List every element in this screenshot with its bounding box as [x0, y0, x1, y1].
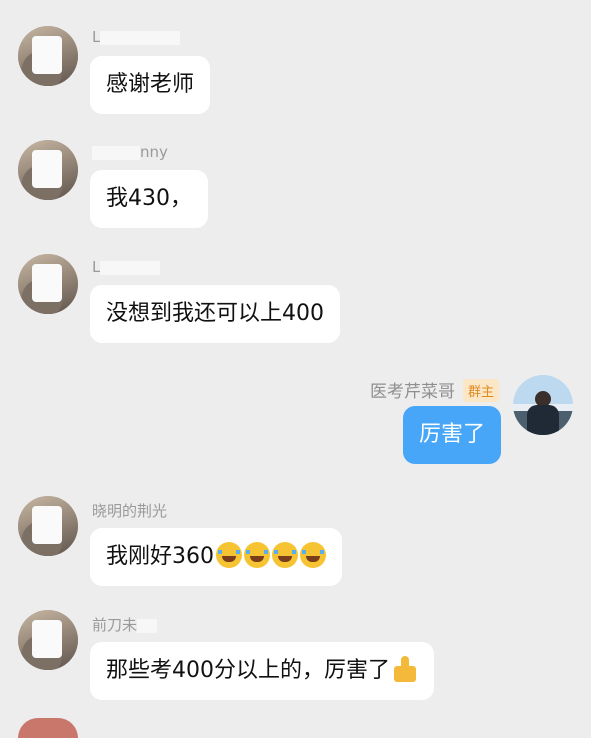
user-avatar[interactable]	[18, 610, 78, 670]
message-bubble[interactable]: 没想到我还可以上400	[90, 285, 340, 343]
thumbs-up-icon	[392, 656, 418, 682]
message-bubble[interactable]: 感谢老师	[90, 56, 211, 114]
message-text: 我430，	[106, 186, 192, 211]
crying-laughing-face-icon	[244, 542, 270, 568]
user-avatar[interactable]	[18, 254, 78, 314]
message-bubble[interactable]: 那些考400分以上的，厉害了	[90, 642, 434, 700]
sender-name: 医考芹菜哥 群主	[370, 377, 499, 402]
sender-name: 前刀未	[92, 614, 158, 635]
message-text: 那些考400分以上的，厉害了	[106, 658, 390, 683]
message-text: 我刚好360	[106, 544, 214, 569]
sender-name: L	[92, 28, 181, 46]
sender-name: L	[92, 258, 161, 276]
crying-laughing-face-icon	[300, 542, 326, 568]
owner-badge: 群主	[462, 379, 499, 402]
message-bubble[interactable]: 厉害了	[402, 406, 501, 464]
user-avatar[interactable]	[18, 140, 78, 200]
user-avatar-partial[interactable]	[18, 718, 78, 738]
crying-laughing-face-icon	[216, 542, 242, 568]
user-avatar[interactable]	[18, 496, 78, 556]
crying-laughing-face-icon	[272, 542, 298, 568]
owner-avatar[interactable]	[513, 375, 573, 435]
sender-name: nny	[92, 143, 168, 161]
message-bubble[interactable]: 我430，	[90, 170, 208, 228]
user-avatar[interactable]	[18, 26, 78, 86]
message-text: 没想到我还可以上400	[106, 301, 324, 326]
message-bubble[interactable]: 我刚好360	[90, 528, 342, 586]
message-text: 感谢老师	[106, 72, 195, 97]
message-text: 厉害了	[418, 422, 485, 447]
sender-name: 晓明的荆光	[92, 502, 168, 520]
